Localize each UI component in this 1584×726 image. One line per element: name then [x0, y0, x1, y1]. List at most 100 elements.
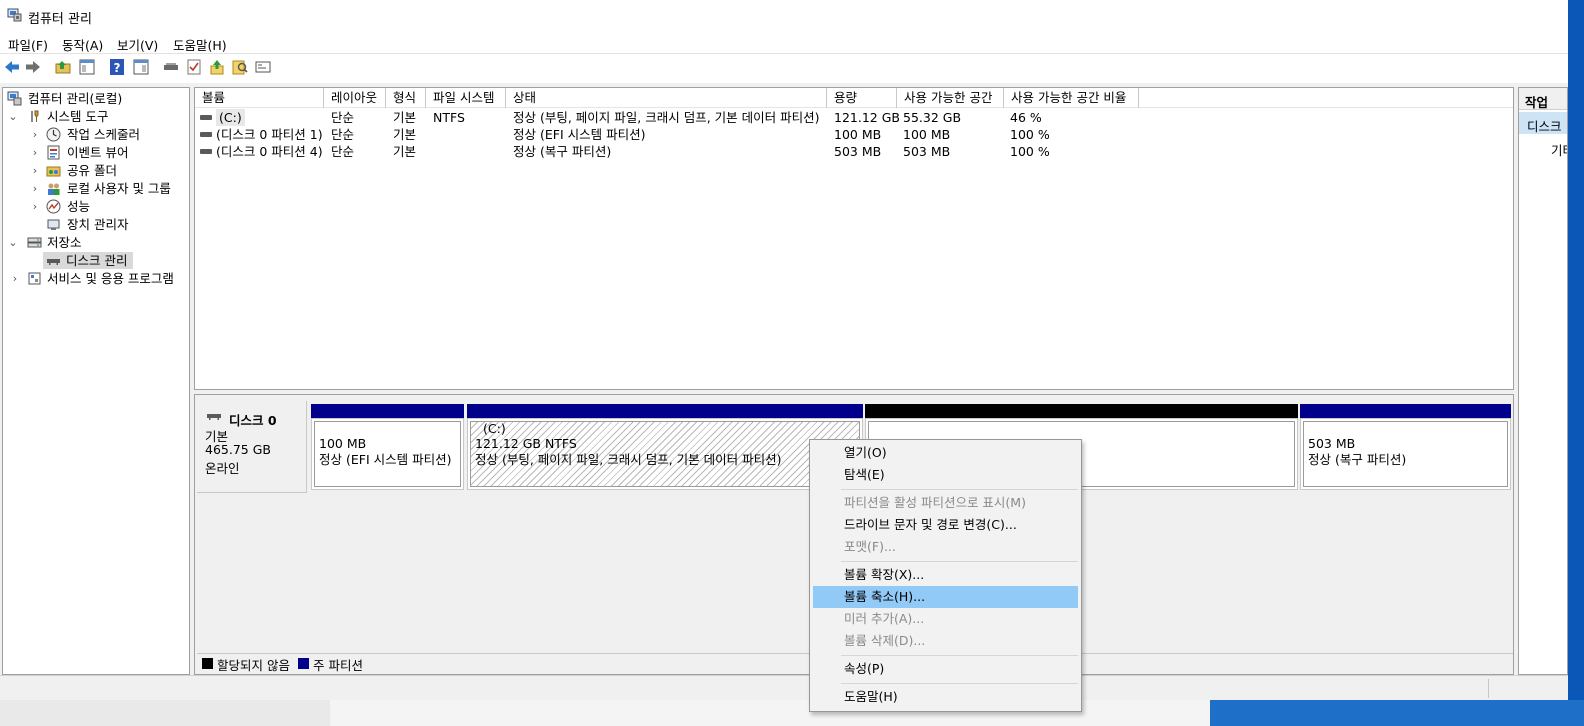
- partition-bar-recovery: [1300, 404, 1511, 418]
- tree-item-label: 서비스 및 응용 프로그램: [47, 271, 174, 286]
- context-menu: 열기(O) 탐색(E) 파티션을 활성 파티션으로 표시(M) 드라이브 문자 …: [809, 439, 1082, 712]
- drive-icon: [200, 132, 212, 137]
- menu-item-help[interactable]: 도움말(H): [813, 686, 1078, 708]
- tree-item-task-scheduler[interactable]: › 작업 스케줄러: [7, 126, 187, 143]
- menu-item-extend-volume[interactable]: 볼륨 확장(X)...: [813, 564, 1078, 586]
- volume-layout: 단순: [331, 110, 355, 125]
- actions-header: 작업: [1519, 88, 1567, 110]
- table-row[interactable]: (C:) 단순 기본 NTFS 정상 (부팅, 페이지 파일, 크래시 덤프, …: [195, 109, 1513, 126]
- tree-item-device-manager[interactable]: 장치 관리자: [7, 216, 187, 233]
- navigation-tree: 컴퓨터 관리(로컬) ⌄ 시스템 도구 › 작업 스케줄러 › 이벤트 뷰어 ›…: [2, 87, 190, 675]
- tree-item-label: 디스크 관리: [66, 253, 128, 268]
- tree-item-storage[interactable]: ⌄ 저장소: [7, 234, 187, 251]
- title-bar[interactable]: 컴퓨터 관리: [0, 0, 1568, 31]
- tree-item-label: 컴퓨터 관리(로컬): [28, 91, 123, 106]
- menu-file[interactable]: 파일(F): [8, 35, 48, 54]
- connect-drive-icon[interactable]: [162, 58, 180, 76]
- disk-state: 온라인: [205, 461, 240, 476]
- background-window-strip: [0, 700, 330, 726]
- chevron-right-icon[interactable]: ›: [29, 198, 41, 215]
- column-header-status[interactable]: 상태: [506, 88, 827, 108]
- search-icon[interactable]: [231, 58, 249, 76]
- partition-size: 121.12 GB NTFS: [475, 436, 577, 451]
- menu-item-open[interactable]: 열기(O): [813, 442, 1078, 464]
- tree-item-disk-management[interactable]: 디스크 관리: [43, 252, 133, 269]
- properties-panel-icon[interactable]: [132, 58, 150, 76]
- volume-fs: NTFS: [433, 110, 465, 125]
- tree-item-services-applications[interactable]: › 서비스 및 응용 프로그램: [7, 270, 187, 287]
- tree-item-label: 로컬 사용자 및 그룹: [67, 181, 171, 196]
- partition-status: 정상 (EFI 시스템 파티션): [319, 452, 452, 467]
- console-icon[interactable]: [254, 58, 272, 76]
- partition-size: 503 MB: [1308, 436, 1356, 451]
- status-bar: [0, 675, 1568, 700]
- column-header-capacity[interactable]: 용량: [827, 88, 897, 108]
- disk-info-panel[interactable]: 디스크 0 기본 465.75 GB 온라인: [197, 401, 307, 493]
- partition-c[interactable]: (C:) 121.12 GB NTFS 정상 (부팅, 페이지 파일, 크래시 …: [467, 418, 863, 490]
- tree-item-performance[interactable]: › 성능: [7, 198, 187, 215]
- volume-free-percent: 100 %: [1010, 127, 1050, 142]
- volume-layout: 단순: [331, 144, 355, 159]
- disk-size: 465.75 GB: [205, 442, 271, 457]
- chevron-right-icon[interactable]: ›: [29, 180, 41, 197]
- volume-type: 기본: [393, 144, 417, 159]
- chevron-right-icon[interactable]: ›: [29, 162, 41, 179]
- menu-item-change-drive-letter[interactable]: 드라이브 문자 및 경로 변경(C)...: [813, 514, 1078, 536]
- tree-item-label: 이벤트 뷰어: [67, 145, 129, 160]
- menu-item-properties[interactable]: 속성(P): [813, 658, 1078, 680]
- column-header-volume[interactable]: 볼륨: [195, 88, 324, 108]
- partition-efi[interactable]: 100 MB 정상 (EFI 시스템 파티션): [311, 418, 464, 490]
- table-row[interactable]: (디스크 0 파티션 4) 단순 기본 정상 (복구 파티션) 503 MB 5…: [195, 143, 1513, 160]
- menu-item-mark-active[interactable]: 파티션을 활성 파티션으로 표시(M): [813, 492, 1078, 514]
- partition-recovery[interactable]: 503 MB 정상 (복구 파티션): [1300, 418, 1511, 490]
- up-folder-icon[interactable]: [54, 58, 72, 76]
- column-header-free-percent[interactable]: 사용 가능한 공간 비율: [1004, 88, 1139, 108]
- tree-item-system-tools[interactable]: ⌄ 시스템 도구: [7, 108, 187, 125]
- menu-view[interactable]: 보기(V): [117, 35, 158, 54]
- chevron-down-icon[interactable]: ⌄: [7, 234, 19, 251]
- check-icon[interactable]: [185, 58, 203, 76]
- chevron-down-icon[interactable]: ⌄: [7, 108, 19, 125]
- actions-more[interactable]: 기타: [1519, 138, 1567, 158]
- menu-item-format[interactable]: 포맷(F)...: [813, 536, 1078, 558]
- column-header-type[interactable]: 형식: [386, 88, 426, 108]
- menu-help[interactable]: 도움말(H): [173, 35, 227, 54]
- menu-action[interactable]: 동작(A): [62, 35, 103, 54]
- column-header-layout[interactable]: 레이아웃: [324, 88, 386, 108]
- column-header-file-system[interactable]: 파일 시스템: [426, 88, 506, 108]
- disk-drive-icon: [47, 259, 60, 265]
- tree-item-shared-folders[interactable]: › 공유 폴더: [7, 162, 187, 179]
- computer-management-icon: [7, 8, 22, 22]
- legend-swatch-unallocated: [202, 658, 213, 669]
- partition-status: 정상 (부팅, 페이지 파일, 크래시 덤프, 기본 데이터 파티션): [475, 452, 782, 467]
- tree-item-event-viewer[interactable]: › 이벤트 뷰어: [7, 144, 187, 161]
- volume-type: 기본: [393, 127, 417, 142]
- chevron-right-icon[interactable]: ›: [29, 126, 41, 143]
- tree-item-label: 작업 스케줄러: [67, 127, 140, 142]
- partition-status: 정상 (복구 파티션): [1308, 452, 1407, 467]
- computer-management-window: 컴퓨터 관리 파일(F) 동작(A) 보기(V) 도움말(H) ? 컴퓨터 관리…: [0, 0, 1568, 700]
- menu-item-shrink-volume[interactable]: 볼륨 축소(H)...: [813, 586, 1078, 608]
- volume-free: 503 MB: [903, 144, 951, 159]
- tree-item-computer-management[interactable]: 컴퓨터 관리(로컬): [7, 90, 187, 107]
- show-hide-tree-icon[interactable]: [78, 58, 96, 76]
- column-header-free-space[interactable]: 사용 가능한 공간: [897, 88, 1004, 108]
- table-row[interactable]: (디스크 0 파티션 1) 단순 기본 정상 (EFI 시스템 파티션) 100…: [195, 126, 1513, 143]
- volume-status: 정상 (EFI 시스템 파티션): [513, 127, 646, 142]
- menu-separator: [841, 683, 1078, 684]
- export-icon[interactable]: [208, 58, 226, 76]
- actions-section-disk[interactable]: 디스크: [1519, 112, 1567, 134]
- tools-icon: [31, 110, 39, 122]
- back-arrow-icon[interactable]: [3, 58, 21, 76]
- volume-type: 기본: [393, 110, 417, 125]
- menu-item-add-mirror[interactable]: 미러 추가(A)...: [813, 608, 1078, 630]
- chevron-right-icon[interactable]: ›: [9, 270, 21, 287]
- storage-icon: [27, 237, 42, 248]
- disk-name: 디스크 0: [229, 413, 277, 428]
- help-icon[interactable]: ?: [108, 58, 126, 76]
- forward-arrow-icon[interactable]: [24, 58, 42, 76]
- menu-item-delete-volume[interactable]: 볼륨 삭제(D)...: [813, 630, 1078, 652]
- chevron-right-icon[interactable]: ›: [29, 144, 41, 161]
- tree-item-local-users-groups[interactable]: › 로컬 사용자 및 그룹: [7, 180, 187, 197]
- menu-item-explore[interactable]: 탐색(E): [813, 464, 1078, 486]
